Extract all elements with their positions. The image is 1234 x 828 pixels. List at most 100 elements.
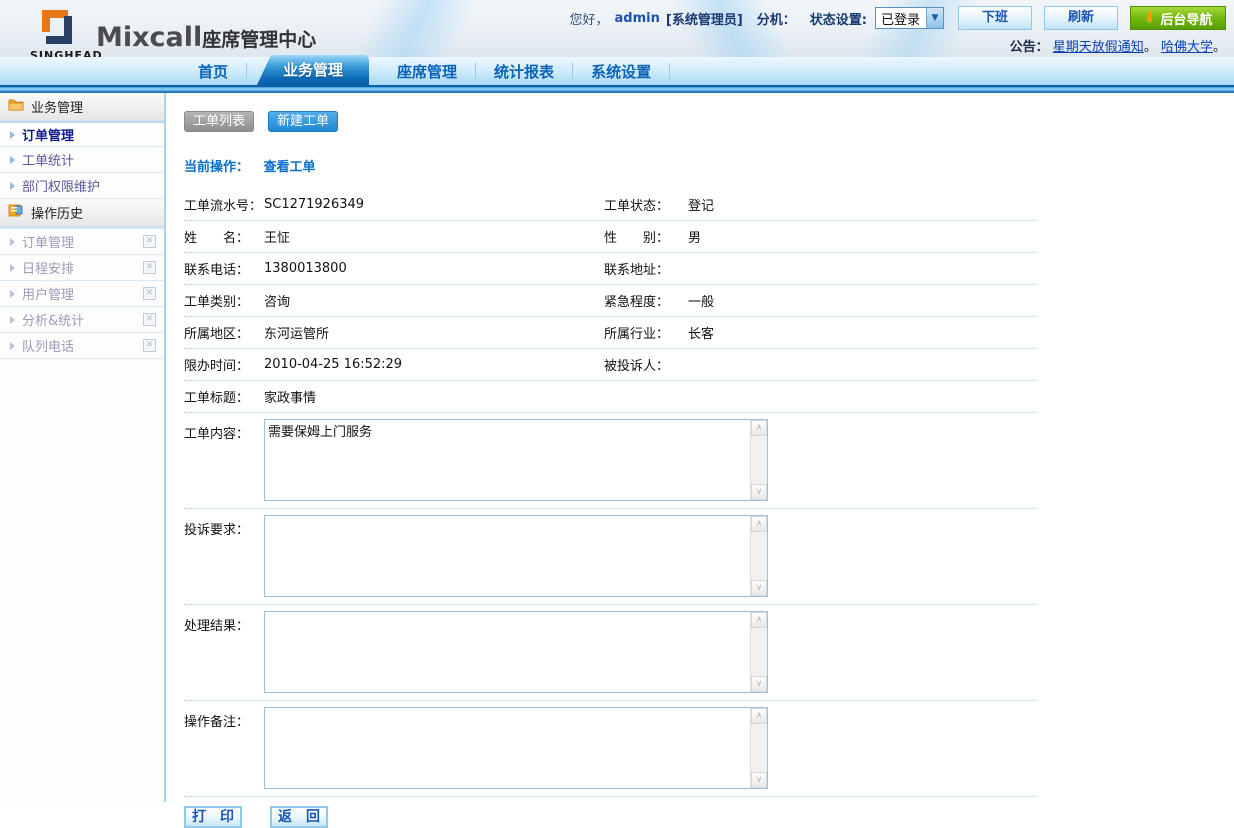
sidebar: 业务管理 订单管理 工单统计 部门权限维护 操作历史 订单管理 ✕ 日 (0, 93, 166, 802)
scroll-up-icon[interactable]: ∧ (751, 708, 767, 724)
arrow-right-icon (10, 290, 15, 298)
close-icon[interactable]: ✕ (143, 235, 156, 248)
announcement-link-1[interactable]: 星期天放假通知 (1053, 40, 1144, 55)
folder-icon (8, 98, 24, 115)
tab-home[interactable]: 首页 (180, 59, 246, 85)
sidebar-item-label: 工单统计 (22, 150, 74, 169)
announcement-link-2[interactable]: 哈佛大学 (1161, 40, 1213, 55)
announcement-sep-2: 。 (1213, 40, 1226, 55)
history-item-label: 日程安排 (22, 258, 74, 277)
arrow-right-icon (10, 316, 15, 324)
history-item-label: 用户管理 (22, 284, 74, 303)
close-icon[interactable]: ✕ (143, 287, 156, 300)
close-icon[interactable]: ✕ (143, 261, 156, 274)
scroll-down-icon[interactable]: ∨ (751, 676, 767, 692)
field-value-urgency: 一般 (688, 291, 1036, 310)
workorder-list-button[interactable]: 工单列表 (184, 111, 254, 132)
status-select-value: 已登录 (881, 9, 926, 28)
scrollbar[interactable]: ∧ ∨ (750, 420, 767, 500)
tab-business-management[interactable]: 业务管理 (257, 55, 369, 85)
toolbar: 工单列表 新建工单 (184, 111, 1234, 132)
operation-note-textarea[interactable] (265, 708, 750, 788)
scrollbar[interactable]: ∧ ∨ (750, 516, 767, 596)
field-label-title: 工单标题： (184, 387, 264, 406)
status-label: 状态设置: (810, 9, 867, 28)
current-operation-value[interactable]: 查看工单 (264, 160, 316, 175)
history-item-analysis-stats[interactable]: 分析&统计 ✕ (0, 307, 164, 333)
sidebar-section-title: 操作历史 (31, 203, 83, 222)
complaint-request-textarea-box: ∧ ∨ (264, 515, 768, 597)
tab-system-settings[interactable]: 系统设置 (573, 59, 669, 85)
form-row-process-result: 处理结果： ∧ ∨ (184, 605, 1036, 701)
backend-nav-button[interactable]: ⬇ 后台导航 (1130, 6, 1226, 30)
sidebar-section-business: 业务管理 (0, 93, 164, 121)
arrow-right-icon (10, 182, 15, 190)
print-button[interactable]: 打 印 (184, 806, 242, 828)
field-label-operation-note: 操作备注： (184, 707, 264, 730)
scroll-up-icon[interactable]: ∧ (751, 612, 767, 628)
nav-divider (669, 63, 670, 79)
off-duty-button[interactable]: 下班 (958, 6, 1032, 30)
form-footer: 打 印 返 回 (184, 806, 1036, 828)
field-label-status: 工单状态： (604, 195, 688, 214)
history-item-user-management[interactable]: 用户管理 ✕ (0, 281, 164, 307)
sidebar-item-workorder-stats[interactable]: 工单统计 (0, 147, 164, 173)
sidebar-item-order-management[interactable]: 订单管理 (0, 121, 164, 147)
app-title-suffix: 座席管理中心 (202, 29, 316, 51)
form-row-operation-note: 操作备注： ∧ ∨ (184, 701, 1036, 797)
content-textarea-box: 需要保姆上门服务 ∧ ∨ (264, 419, 768, 501)
content-textarea[interactable]: 需要保姆上门服务 (265, 420, 750, 500)
field-value-region: 东河运管所 (264, 323, 604, 342)
scroll-down-icon[interactable]: ∨ (751, 772, 767, 788)
history-item-queue-calls[interactable]: 队列电话 ✕ (0, 333, 164, 359)
back-button[interactable]: 返 回 (270, 806, 328, 828)
close-icon[interactable]: ✕ (143, 313, 156, 326)
complaint-request-textarea[interactable] (265, 516, 750, 596)
field-value-deadline: 2010-04-25 16:52:29 (264, 357, 604, 372)
tab-seat-management[interactable]: 座席管理 (379, 59, 475, 85)
history-item-schedule[interactable]: 日程安排 ✕ (0, 255, 164, 281)
refresh-button[interactable]: 刷新 (1044, 6, 1118, 30)
user-row: 您好， admin [系统管理员] 分机： 状态设置: 已登录 ▼ 下班 刷新 … (570, 6, 1226, 30)
form-row-phone-address: 联系电话： 1380013800 联系地址： (184, 253, 1036, 285)
history-item-label: 订单管理 (22, 232, 74, 251)
sidebar-section-history: 操作历史 (0, 199, 164, 227)
field-value-gender: 男 (688, 227, 1036, 246)
scroll-up-icon[interactable]: ∧ (751, 420, 767, 436)
tab-statistics-report[interactable]: 统计报表 (476, 59, 572, 85)
scroll-up-icon[interactable]: ∧ (751, 516, 767, 532)
process-result-textarea-box: ∧ ∨ (264, 611, 768, 693)
field-label-deadline: 限办时间： (184, 355, 264, 374)
scrollbar[interactable]: ∧ ∨ (750, 612, 767, 692)
history-item-order-management[interactable]: 订单管理 ✕ (0, 229, 164, 255)
header-right: 您好， admin [系统管理员] 分机： 状态设置: 已登录 ▼ 下班 刷新 … (570, 6, 1226, 55)
backend-nav-label: 后台导航 (1160, 9, 1212, 28)
field-value-phone: 1380013800 (264, 261, 604, 276)
header: SINGHEAD Mixcall座席管理中心 您好， admin [系统管理员]… (0, 0, 1234, 57)
new-workorder-button[interactable]: 新建工单 (268, 111, 338, 132)
singhead-logo: SINGHEAD (30, 8, 84, 62)
sidebar-item-dept-permission[interactable]: 部门权限维护 (0, 173, 164, 199)
status-select[interactable]: 已登录 ▼ (875, 7, 944, 29)
close-icon[interactable]: ✕ (143, 339, 156, 352)
field-label-phone: 联系电话： (184, 259, 264, 278)
greeting-text: 您好， (570, 9, 609, 28)
app-title: Mixcall座席管理中心 (96, 22, 316, 53)
field-label-gender: 性 别： (604, 227, 688, 246)
chevron-down-icon[interactable]: ▼ (926, 8, 943, 28)
scrollbar[interactable]: ∧ ∨ (750, 708, 767, 788)
process-result-textarea[interactable] (265, 612, 750, 692)
field-value-status: 登记 (688, 195, 1036, 214)
sidebar-section-title: 业务管理 (31, 97, 83, 116)
down-arrow-icon: ⬇ (1144, 10, 1156, 26)
product-name: Mixcall (96, 22, 202, 53)
form-row-deadline-accused: 限办时间： 2010-04-25 16:52:29 被投诉人： (184, 349, 1036, 381)
nav-underbar (0, 85, 1234, 93)
scroll-down-icon[interactable]: ∨ (751, 580, 767, 596)
field-label-category: 工单类别： (184, 291, 264, 310)
field-label-region: 所属地区： (184, 323, 264, 342)
operation-note-textarea-box: ∧ ∨ (264, 707, 768, 789)
scroll-down-icon[interactable]: ∨ (751, 484, 767, 500)
field-label-urgency: 紧急程度： (604, 291, 688, 310)
field-value-industry: 长客 (688, 323, 1036, 342)
